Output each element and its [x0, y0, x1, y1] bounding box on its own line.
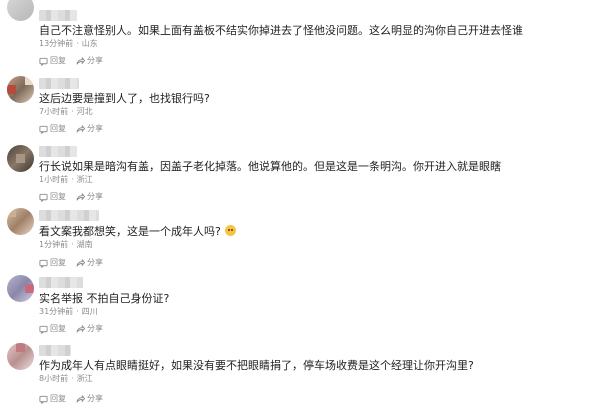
comment-location: 浙江	[76, 175, 93, 184]
comment-meta: 13分钟前 · 山东	[39, 39, 98, 48]
comment-item: 实名举报 不拍自己身份证? 31分钟前 · 四川 回复 分享	[0, 272, 600, 338]
username-blurred[interactable]	[39, 10, 77, 21]
share-icon	[76, 324, 85, 333]
reply-icon	[39, 125, 48, 134]
comment-location: 浙江	[76, 374, 93, 383]
username-blurred[interactable]	[39, 345, 71, 356]
share-label: 分享	[87, 258, 103, 267]
comment-meta: 1小时前 · 浙江	[39, 175, 93, 184]
comment-time: 1小时前	[39, 175, 69, 184]
reply-label: 回复	[50, 124, 66, 133]
comment-text: 看文案我都想笑，这是一个成年人吗?	[39, 225, 236, 239]
username-blurred[interactable]	[39, 277, 83, 288]
reply-button[interactable]: 回复	[39, 192, 66, 202]
comment-location: 湖南	[76, 240, 93, 249]
reply-label: 回复	[50, 324, 66, 333]
avatar[interactable]	[7, 0, 34, 21]
reply-icon	[39, 395, 48, 404]
comment-location: 河北	[76, 107, 93, 116]
comment-text: 行长说如果是暗沟有盖，因盖子老化掉落。他说算他的。但是这是一条明沟。你开进入就是…	[39, 160, 501, 173]
share-label: 分享	[87, 324, 103, 333]
comment-item: 作为成年人有点眼睛挺好，如果没有要不把眼睛捐了，停车场收费是这个经理让你开沟里?…	[0, 340, 600, 406]
reply-button[interactable]: 回复	[39, 56, 66, 66]
comment-meta: 8小时前 · 浙江	[39, 374, 93, 383]
share-label: 分享	[87, 56, 103, 65]
comment-text: 实名举报 不拍自己身份证?	[39, 292, 170, 305]
comment-item: 自己不注意怪别人。如果上面有盖板不结实你掉进去了怪他没问题。这么明显的沟你自己开…	[0, 0, 600, 66]
reply-button[interactable]: 回复	[39, 394, 66, 404]
comment-actions: 回复 分享	[39, 56, 103, 66]
reply-label: 回复	[50, 192, 66, 201]
reply-icon	[39, 57, 48, 66]
comment-time: 13分钟前	[39, 39, 74, 48]
avatar[interactable]	[7, 208, 34, 235]
reply-button[interactable]: 回复	[39, 324, 66, 334]
comment-text-content: 看文案我都想笑，这是一个成年人吗?	[39, 225, 221, 238]
comment-actions: 回复 分享	[39, 124, 103, 134]
share-label: 分享	[87, 394, 103, 403]
emoji-icon	[224, 225, 236, 236]
share-icon	[76, 258, 85, 267]
username-blurred[interactable]	[39, 210, 99, 221]
avatar[interactable]	[7, 145, 34, 172]
username-blurred[interactable]	[39, 146, 77, 157]
comment-item: 行长说如果是暗沟有盖，因盖子老化掉落。他说算他的。但是这是一条明沟。你开进入就是…	[0, 137, 600, 203]
avatar[interactable]	[7, 343, 34, 370]
share-button[interactable]: 分享	[76, 56, 103, 66]
share-icon	[76, 394, 85, 403]
share-icon	[76, 192, 85, 201]
reply-button[interactable]: 回复	[39, 124, 66, 134]
comment-item: 这后边要是撞到人了，也找银行吗? 7小时前 · 河北 回复 分享	[0, 68, 600, 134]
share-label: 分享	[87, 124, 103, 133]
reply-label: 回复	[50, 56, 66, 65]
comment-text: 作为成年人有点眼睛挺好，如果没有要不把眼睛捐了，停车场收费是这个经理让你开沟里?	[39, 359, 474, 372]
avatar[interactable]	[7, 76, 34, 103]
share-button[interactable]: 分享	[76, 192, 103, 202]
comment-meta: 7小时前 · 河北	[39, 107, 93, 116]
reply-button[interactable]: 回复	[39, 258, 66, 268]
reply-label: 回复	[50, 258, 66, 267]
comment-actions: 回复 分享	[39, 258, 103, 268]
comment-time: 31分钟前	[39, 307, 74, 316]
share-icon	[76, 56, 85, 65]
comment-meta: 1分钟前 · 湖南	[39, 240, 93, 249]
share-button[interactable]: 分享	[76, 258, 103, 268]
share-button[interactable]: 分享	[76, 124, 103, 134]
reply-icon	[39, 193, 48, 202]
share-label: 分享	[87, 192, 103, 201]
comment-actions: 回复 分享	[39, 192, 103, 202]
reply-icon	[39, 325, 48, 334]
reply-icon	[39, 259, 48, 268]
comment-text: 这后边要是撞到人了，也找银行吗?	[39, 92, 210, 105]
share-icon	[76, 124, 85, 133]
share-button[interactable]: 分享	[76, 394, 103, 404]
reply-label: 回复	[50, 394, 66, 403]
comment-item: 看文案我都想笑，这是一个成年人吗? 1分钟前 · 湖南 回复 分享	[0, 205, 600, 271]
comment-location: 山东	[81, 39, 98, 48]
avatar[interactable]	[7, 275, 34, 302]
comment-text: 自己不注意怪别人。如果上面有盖板不结实你掉进去了怪他没问题。这么明显的沟你自己开…	[39, 24, 523, 37]
share-button[interactable]: 分享	[76, 324, 103, 334]
comment-actions: 回复 分享	[39, 324, 103, 334]
comment-meta: 31分钟前 · 四川	[39, 307, 98, 316]
comment-actions: 回复 分享	[39, 394, 103, 404]
comment-time: 7小时前	[39, 107, 69, 116]
comment-time: 1分钟前	[39, 240, 69, 249]
comment-time: 8小时前	[39, 374, 69, 383]
username-blurred[interactable]	[39, 78, 79, 89]
comment-location: 四川	[81, 307, 98, 316]
